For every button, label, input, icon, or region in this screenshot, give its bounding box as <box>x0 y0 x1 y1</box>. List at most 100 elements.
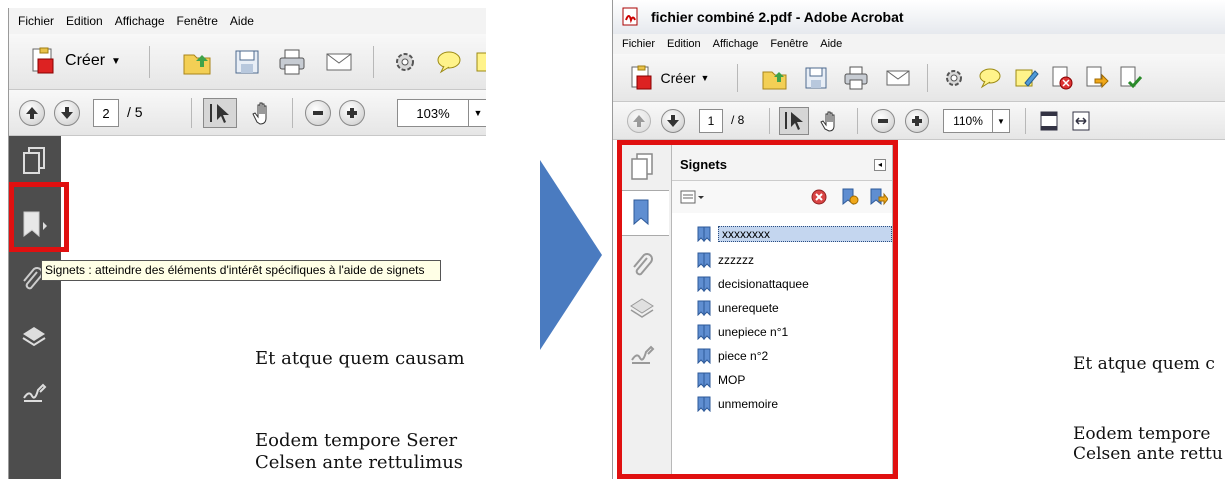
bookmarks-tooltip: Signets : atteindre des éléments d'intér… <box>41 260 441 281</box>
settings-button[interactable] <box>939 63 969 93</box>
speech-bubble-icon <box>979 68 1001 89</box>
menu-edition[interactable]: Edition <box>66 14 103 28</box>
document-lock-icon <box>1052 66 1073 90</box>
sticky-note-button[interactable] <box>475 50 486 74</box>
doc-line-3: Celsen ante rettulimus <box>255 452 464 473</box>
menu-edition[interactable]: Edition <box>667 38 701 50</box>
menu-aide[interactable]: Aide <box>230 14 254 28</box>
select-tool-button[interactable] <box>203 98 237 128</box>
hand-tool-button[interactable] <box>815 107 845 135</box>
menu-affichage[interactable]: Affichage <box>115 14 165 28</box>
menu-bar: Fichier Edition Affichage Fenêtre Aide <box>9 8 486 34</box>
arrow-down-icon <box>61 107 73 119</box>
menu-affichage[interactable]: Affichage <box>713 38 759 50</box>
cursor-text-icon <box>785 112 803 130</box>
fit-width-button[interactable] <box>1067 107 1095 135</box>
speech-bubble-icon <box>437 51 461 74</box>
chevron-down-icon: ▼ <box>700 73 710 83</box>
zoom-input[interactable]: 110% <box>943 109 993 133</box>
zoom-dropdown-button[interactable]: ▼ <box>468 99 486 127</box>
open-folder-button[interactable] <box>179 46 215 78</box>
printer-icon <box>279 49 305 75</box>
secure-document-button[interactable] <box>1047 63 1077 93</box>
page-total-label: / 5 <box>127 104 143 120</box>
chevron-down-icon: ▼ <box>997 116 1005 126</box>
save-button[interactable] <box>229 46 265 78</box>
signatures-panel-button[interactable] <box>21 380 47 409</box>
window-title: fichier combiné 2.pdf - Adobe Acrobat <box>651 9 904 25</box>
floppy-disk-icon <box>235 50 259 74</box>
email-button[interactable] <box>321 46 357 78</box>
minus-icon <box>313 111 323 115</box>
settings-button[interactable] <box>387 46 423 78</box>
highlight-text-button[interactable] <box>1011 63 1041 93</box>
pages-icon <box>23 147 45 174</box>
create-button[interactable]: Créer ▼ <box>21 46 129 76</box>
layers-panel-button[interactable] <box>21 324 47 355</box>
signature-pen-icon <box>23 383 47 402</box>
highlighter-icon <box>1015 69 1039 87</box>
floppy-disk-icon <box>805 67 827 89</box>
transition-arrow-icon <box>540 160 602 350</box>
zoom-in-button[interactable] <box>339 100 365 126</box>
select-tool-button[interactable] <box>779 107 809 135</box>
left-screenshot: Fichier Edition Affichage Fenêtre Aide C… <box>8 8 486 479</box>
save-button[interactable] <box>801 63 831 93</box>
zoom-in-button[interactable] <box>905 109 929 133</box>
previous-page-button[interactable] <box>627 109 651 133</box>
zoom-out-button[interactable] <box>871 109 895 133</box>
window-title-bar: fichier combiné 2.pdf - Adobe Acrobat <box>613 0 1225 34</box>
folder-icon <box>183 54 211 75</box>
doc-line-2: Eodem tempore <box>1073 424 1211 444</box>
arrow-up-icon <box>26 107 38 119</box>
page-total-label: / 8 <box>731 113 745 127</box>
chevron-down-icon: ▼ <box>111 55 121 67</box>
create-pdf-icon <box>32 47 54 74</box>
arrow-down-icon <box>667 115 679 127</box>
menu-fenetre[interactable]: Fenêtre <box>770 38 808 50</box>
fit-page-button[interactable] <box>1035 107 1063 135</box>
menu-bar: Fichier Edition Affichage Fenêtre Aide <box>613 34 1225 54</box>
create-label: Créer <box>65 52 106 69</box>
print-button[interactable] <box>841 63 871 93</box>
fit-width-icon <box>1072 111 1090 131</box>
next-page-button[interactable] <box>661 109 685 133</box>
pages-panel-button[interactable] <box>21 146 47 181</box>
email-button[interactable] <box>883 63 913 93</box>
page-number-input[interactable]: 2 <box>93 99 119 127</box>
highlight-box <box>617 140 898 479</box>
print-button[interactable] <box>274 46 310 78</box>
envelope-icon <box>886 70 910 86</box>
open-folder-button[interactable] <box>759 63 789 93</box>
zoom-input[interactable]: 103% <box>397 99 469 127</box>
envelope-icon <box>326 53 352 71</box>
previous-page-button[interactable] <box>19 100 45 126</box>
folder-icon <box>762 71 787 90</box>
cursor-text-icon <box>210 104 229 123</box>
page-number-input[interactable]: 1 <box>699 109 723 133</box>
export-document-button[interactable] <box>1081 63 1111 93</box>
document-check-icon <box>1120 66 1143 89</box>
plus-icon <box>347 108 357 118</box>
hand-tool-button[interactable] <box>245 98 279 128</box>
fit-page-icon <box>1040 111 1058 131</box>
menu-fenetre[interactable]: Fenêtre <box>177 14 218 28</box>
create-pdf-icon <box>631 65 652 90</box>
minus-icon <box>878 119 888 123</box>
pdf-file-icon <box>622 7 638 26</box>
menu-fichier[interactable]: Fichier <box>18 14 54 28</box>
zoom-dropdown-button[interactable]: ▼ <box>992 109 1010 133</box>
comment-button[interactable] <box>431 46 467 78</box>
document-export-icon <box>1086 66 1109 89</box>
doc-line-2: Eodem tempore Serer <box>255 430 458 451</box>
sign-document-button[interactable] <box>1115 63 1145 93</box>
menu-fichier[interactable]: Fichier <box>622 38 655 50</box>
doc-line-1: Et atque quem causam <box>255 348 465 369</box>
create-button[interactable]: Créer ▼ <box>621 63 717 93</box>
comment-button[interactable] <box>975 63 1005 93</box>
next-page-button[interactable] <box>54 100 80 126</box>
create-label: Créer <box>660 70 696 86</box>
menu-aide[interactable]: Aide <box>820 38 842 50</box>
gear-icon <box>946 70 962 86</box>
zoom-out-button[interactable] <box>305 100 331 126</box>
